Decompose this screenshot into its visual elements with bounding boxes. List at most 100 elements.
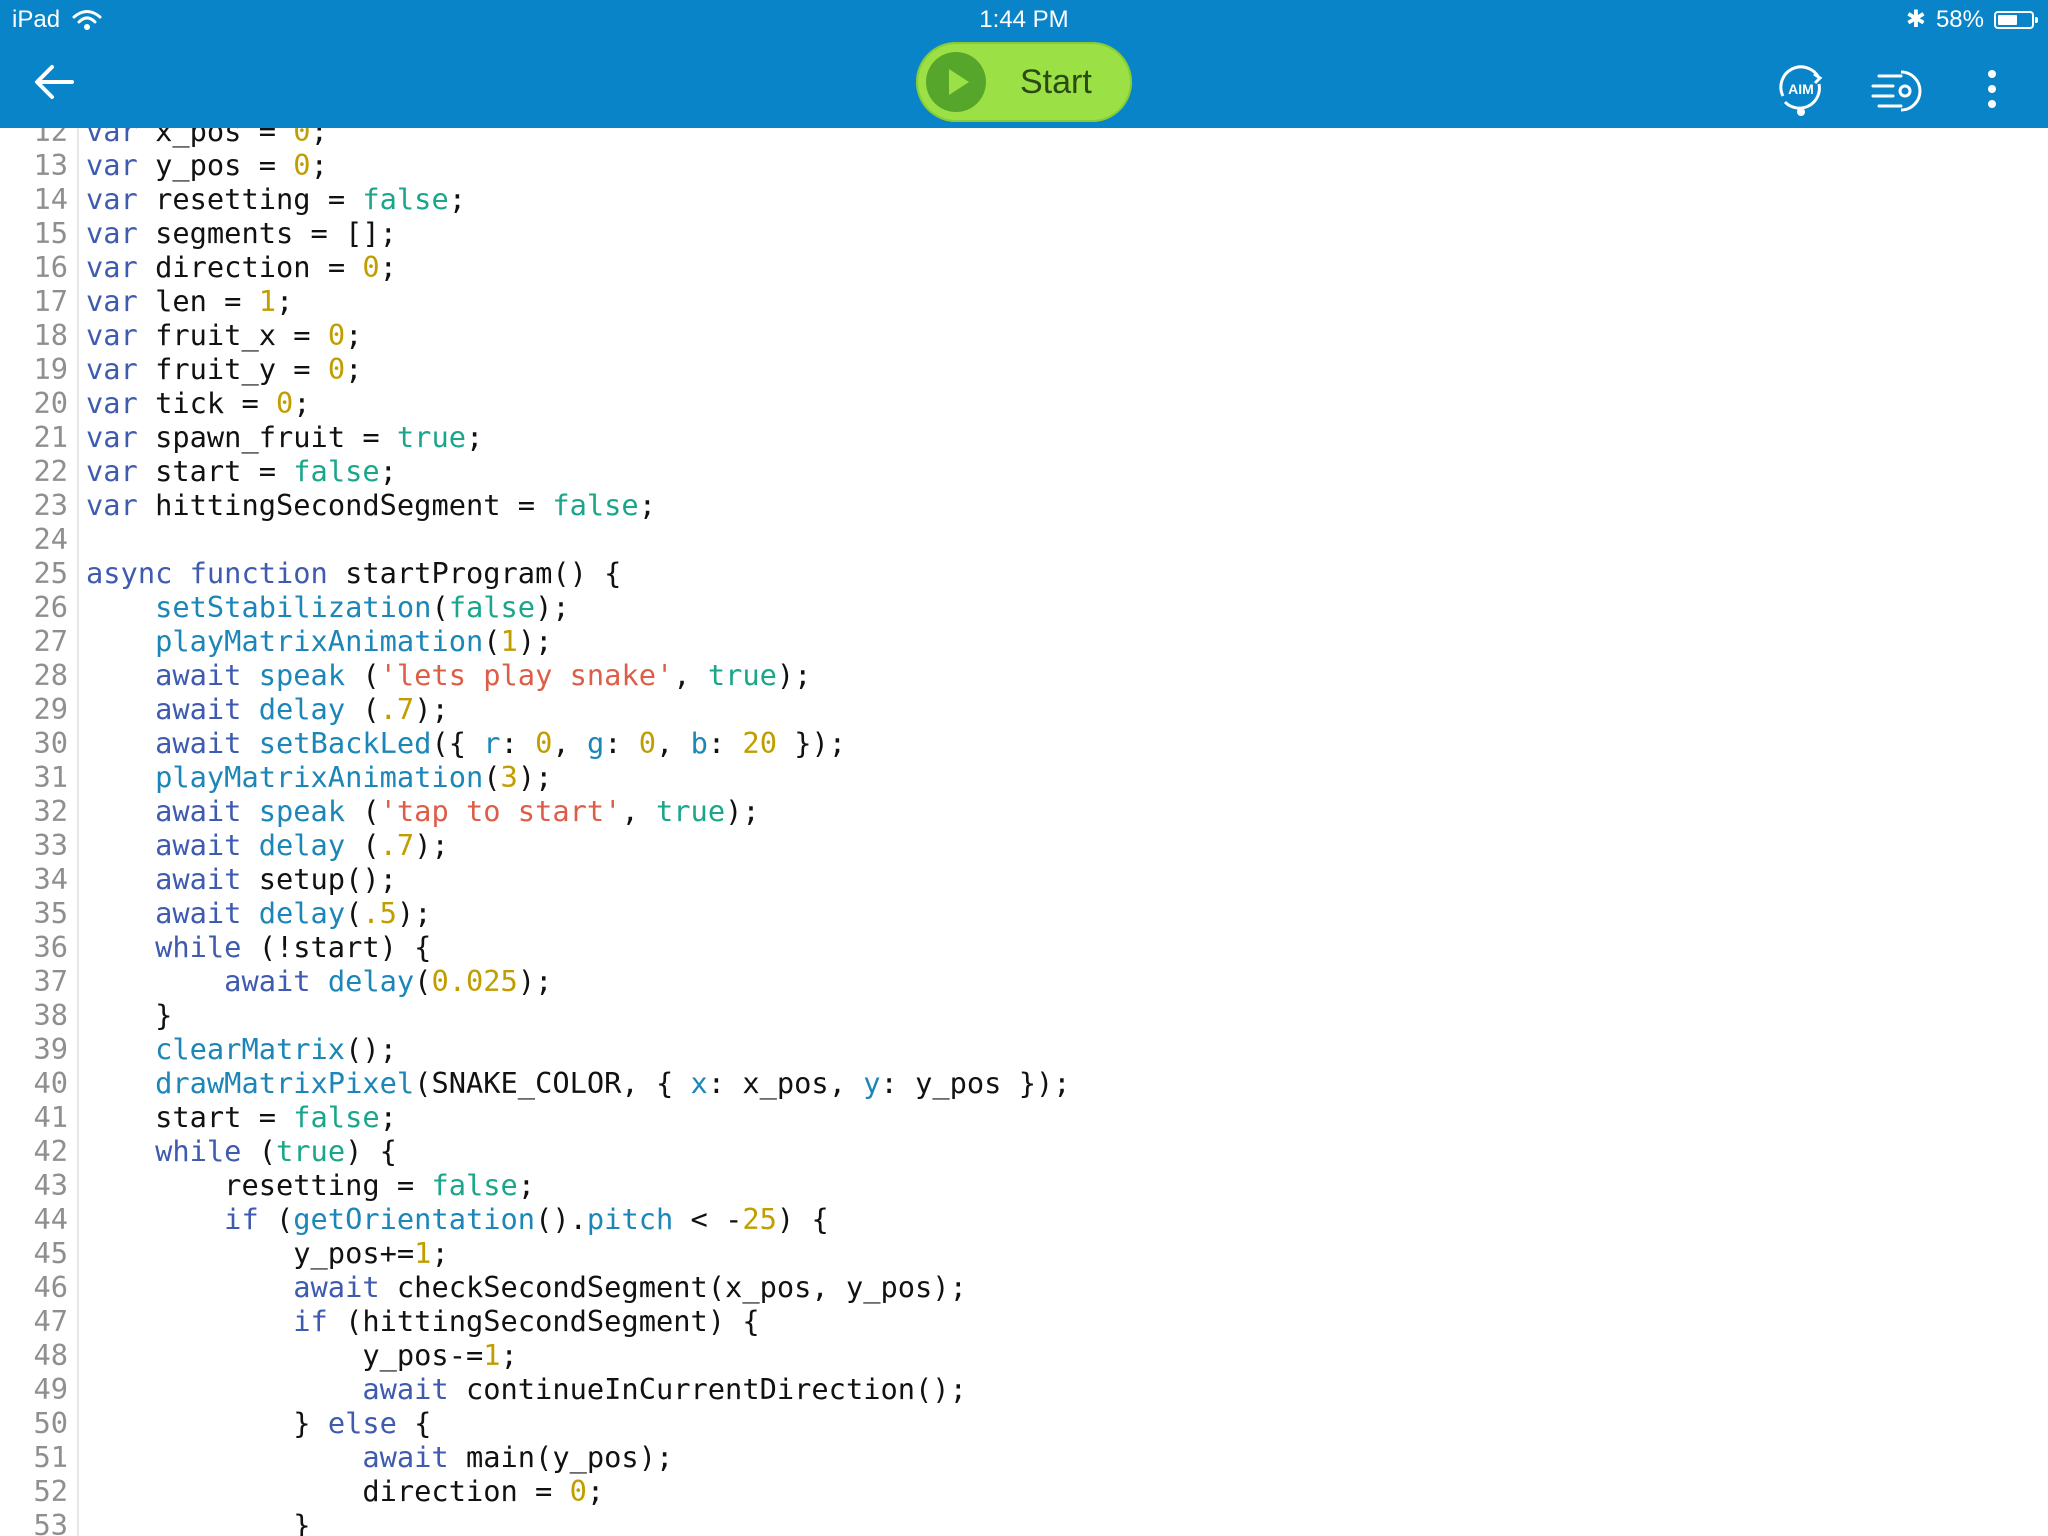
- code-token: }: [86, 1508, 311, 1536]
- code-token: else: [327, 1406, 397, 1440]
- gutter-divider: [77, 128, 79, 1536]
- more-options-button[interactable]: [1964, 62, 2020, 118]
- code-token: setup();: [241, 862, 397, 896]
- code-token: var: [86, 182, 138, 216]
- program-settings-button[interactable]: [1867, 62, 1923, 118]
- code-token: : x_pos,: [707, 1066, 864, 1100]
- code-token: var: [86, 284, 138, 318]
- code-line[interactable]: var x_pos = 0;: [86, 128, 328, 148]
- code-token: ;: [310, 128, 328, 148]
- code-line[interactable]: var tick = 0;: [86, 386, 311, 420]
- code-token: true: [396, 420, 466, 454]
- code-line[interactable]: var segments = [];: [86, 216, 397, 250]
- code-line[interactable]: await main(y_pos);: [86, 1440, 673, 1474]
- code-token: ;: [293, 386, 311, 420]
- code-token: var: [86, 128, 138, 148]
- code-line[interactable]: await setBackLed({ r: 0, g: 0, b: 20 });: [86, 726, 846, 760]
- code-line[interactable]: if (hittingSecondSegment) {: [86, 1304, 759, 1338]
- code-token: ;: [448, 182, 466, 216]
- code-token: ;: [310, 148, 328, 182]
- code-line[interactable]: resetting = false;: [86, 1168, 535, 1202]
- start-button[interactable]: Start: [916, 42, 1132, 122]
- code-line[interactable]: await checkSecondSegment(x_pos, y_pos);: [86, 1270, 967, 1304]
- code-line[interactable]: clearMatrix();: [86, 1032, 397, 1066]
- code-line[interactable]: await speak ('lets play snake', true);: [86, 658, 811, 692]
- code-line[interactable]: var start = false;: [86, 454, 397, 488]
- line-number: 26: [33, 590, 68, 624]
- line-number: 24: [33, 522, 68, 556]
- code-line[interactable]: var spawn_fruit = true;: [86, 420, 483, 454]
- code-token: x_pos =: [137, 128, 294, 148]
- code-token: await: [155, 862, 242, 896]
- line-number: 23: [33, 488, 68, 522]
- code-token: getOrientation: [293, 1202, 536, 1236]
- code-line[interactable]: while (!start) {: [86, 930, 431, 964]
- code-line[interactable]: }: [86, 998, 172, 1032]
- code-token: );: [535, 590, 570, 624]
- line-number: 14: [33, 182, 68, 216]
- code-token: (: [414, 964, 432, 998]
- code-line[interactable]: var hittingSecondSegment = false;: [86, 488, 656, 522]
- code-line[interactable]: y_pos-=1;: [86, 1338, 517, 1372]
- code-line[interactable]: var direction = 0;: [86, 250, 397, 284]
- code-line[interactable]: direction = 0;: [86, 1474, 604, 1508]
- code-token: );: [517, 760, 553, 794]
- code-line[interactable]: await delay(0.025);: [86, 964, 552, 998]
- code-line[interactable]: async function startProgram() {: [86, 556, 621, 590]
- code-line[interactable]: await continueInCurrentDirection();: [86, 1372, 967, 1406]
- code-token: resetting =: [86, 1168, 432, 1202]
- code-token: b: [690, 726, 708, 760]
- aim-label: AIM: [1788, 81, 1814, 97]
- code-line[interactable]: if (getOrientation().pitch < -25) {: [86, 1202, 829, 1236]
- code-line[interactable]: y_pos+=1;: [86, 1236, 448, 1270]
- code-line[interactable]: } else {: [86, 1406, 431, 1440]
- line-number: 28: [33, 658, 68, 692]
- code-line[interactable]: start = false;: [86, 1100, 397, 1134]
- code-line[interactable]: var y_pos = 0;: [86, 148, 328, 182]
- code-line[interactable]: drawMatrixPixel(SNAKE_COLOR, { x: x_pos,…: [86, 1066, 1070, 1100]
- code-line[interactable]: playMatrixAnimation(3);: [86, 760, 552, 794]
- back-button[interactable]: [28, 60, 88, 104]
- code-token: 0: [362, 250, 380, 284]
- code-line[interactable]: await delay (.7);: [86, 692, 449, 726]
- code-line[interactable]: var len = 1;: [86, 284, 293, 318]
- code-token: continueInCurrentDirection();: [448, 1372, 967, 1406]
- code-line[interactable]: while (true) {: [86, 1134, 397, 1168]
- code-token: while: [155, 930, 242, 964]
- line-number: 41: [33, 1100, 68, 1134]
- code-token: var: [86, 318, 138, 352]
- code-token: playMatrixAnimation: [155, 760, 484, 794]
- code-token: fruit_x =: [137, 318, 328, 352]
- code-line[interactable]: playMatrixAnimation(1);: [86, 624, 552, 658]
- code-token: ;: [276, 284, 294, 318]
- code-line[interactable]: await delay(.5);: [86, 896, 431, 930]
- code-token: if: [293, 1304, 328, 1338]
- code-token: var: [86, 352, 138, 386]
- code-editor[interactable]: 12 var x_pos = 0; 13 var y_pos = 0; 14 var re…: [0, 128, 2048, 1536]
- code-line[interactable]: setStabilization(false);: [86, 590, 570, 624]
- code-token: playMatrixAnimation: [155, 624, 484, 658]
- battery-percent: 58%: [1935, 6, 1984, 33]
- aim-button[interactable]: AIM: [1773, 62, 1829, 118]
- code-line[interactable]: var fruit_x = 0;: [86, 318, 362, 352]
- code-token: (: [345, 658, 380, 692]
- code-line[interactable]: var fruit_y = 0;: [86, 352, 362, 386]
- line-number: 44: [33, 1202, 68, 1236]
- code-token: ;: [379, 454, 397, 488]
- code-line[interactable]: var resetting = false;: [86, 182, 466, 216]
- code-line[interactable]: await speak ('tap to start', true);: [86, 794, 760, 828]
- code-line[interactable]: await delay (.7);: [86, 828, 449, 862]
- code-line[interactable]: }: [86, 1508, 311, 1536]
- code-token: );: [517, 624, 553, 658]
- code-line[interactable]: await setup();: [86, 862, 397, 896]
- line-number: 18: [33, 318, 68, 352]
